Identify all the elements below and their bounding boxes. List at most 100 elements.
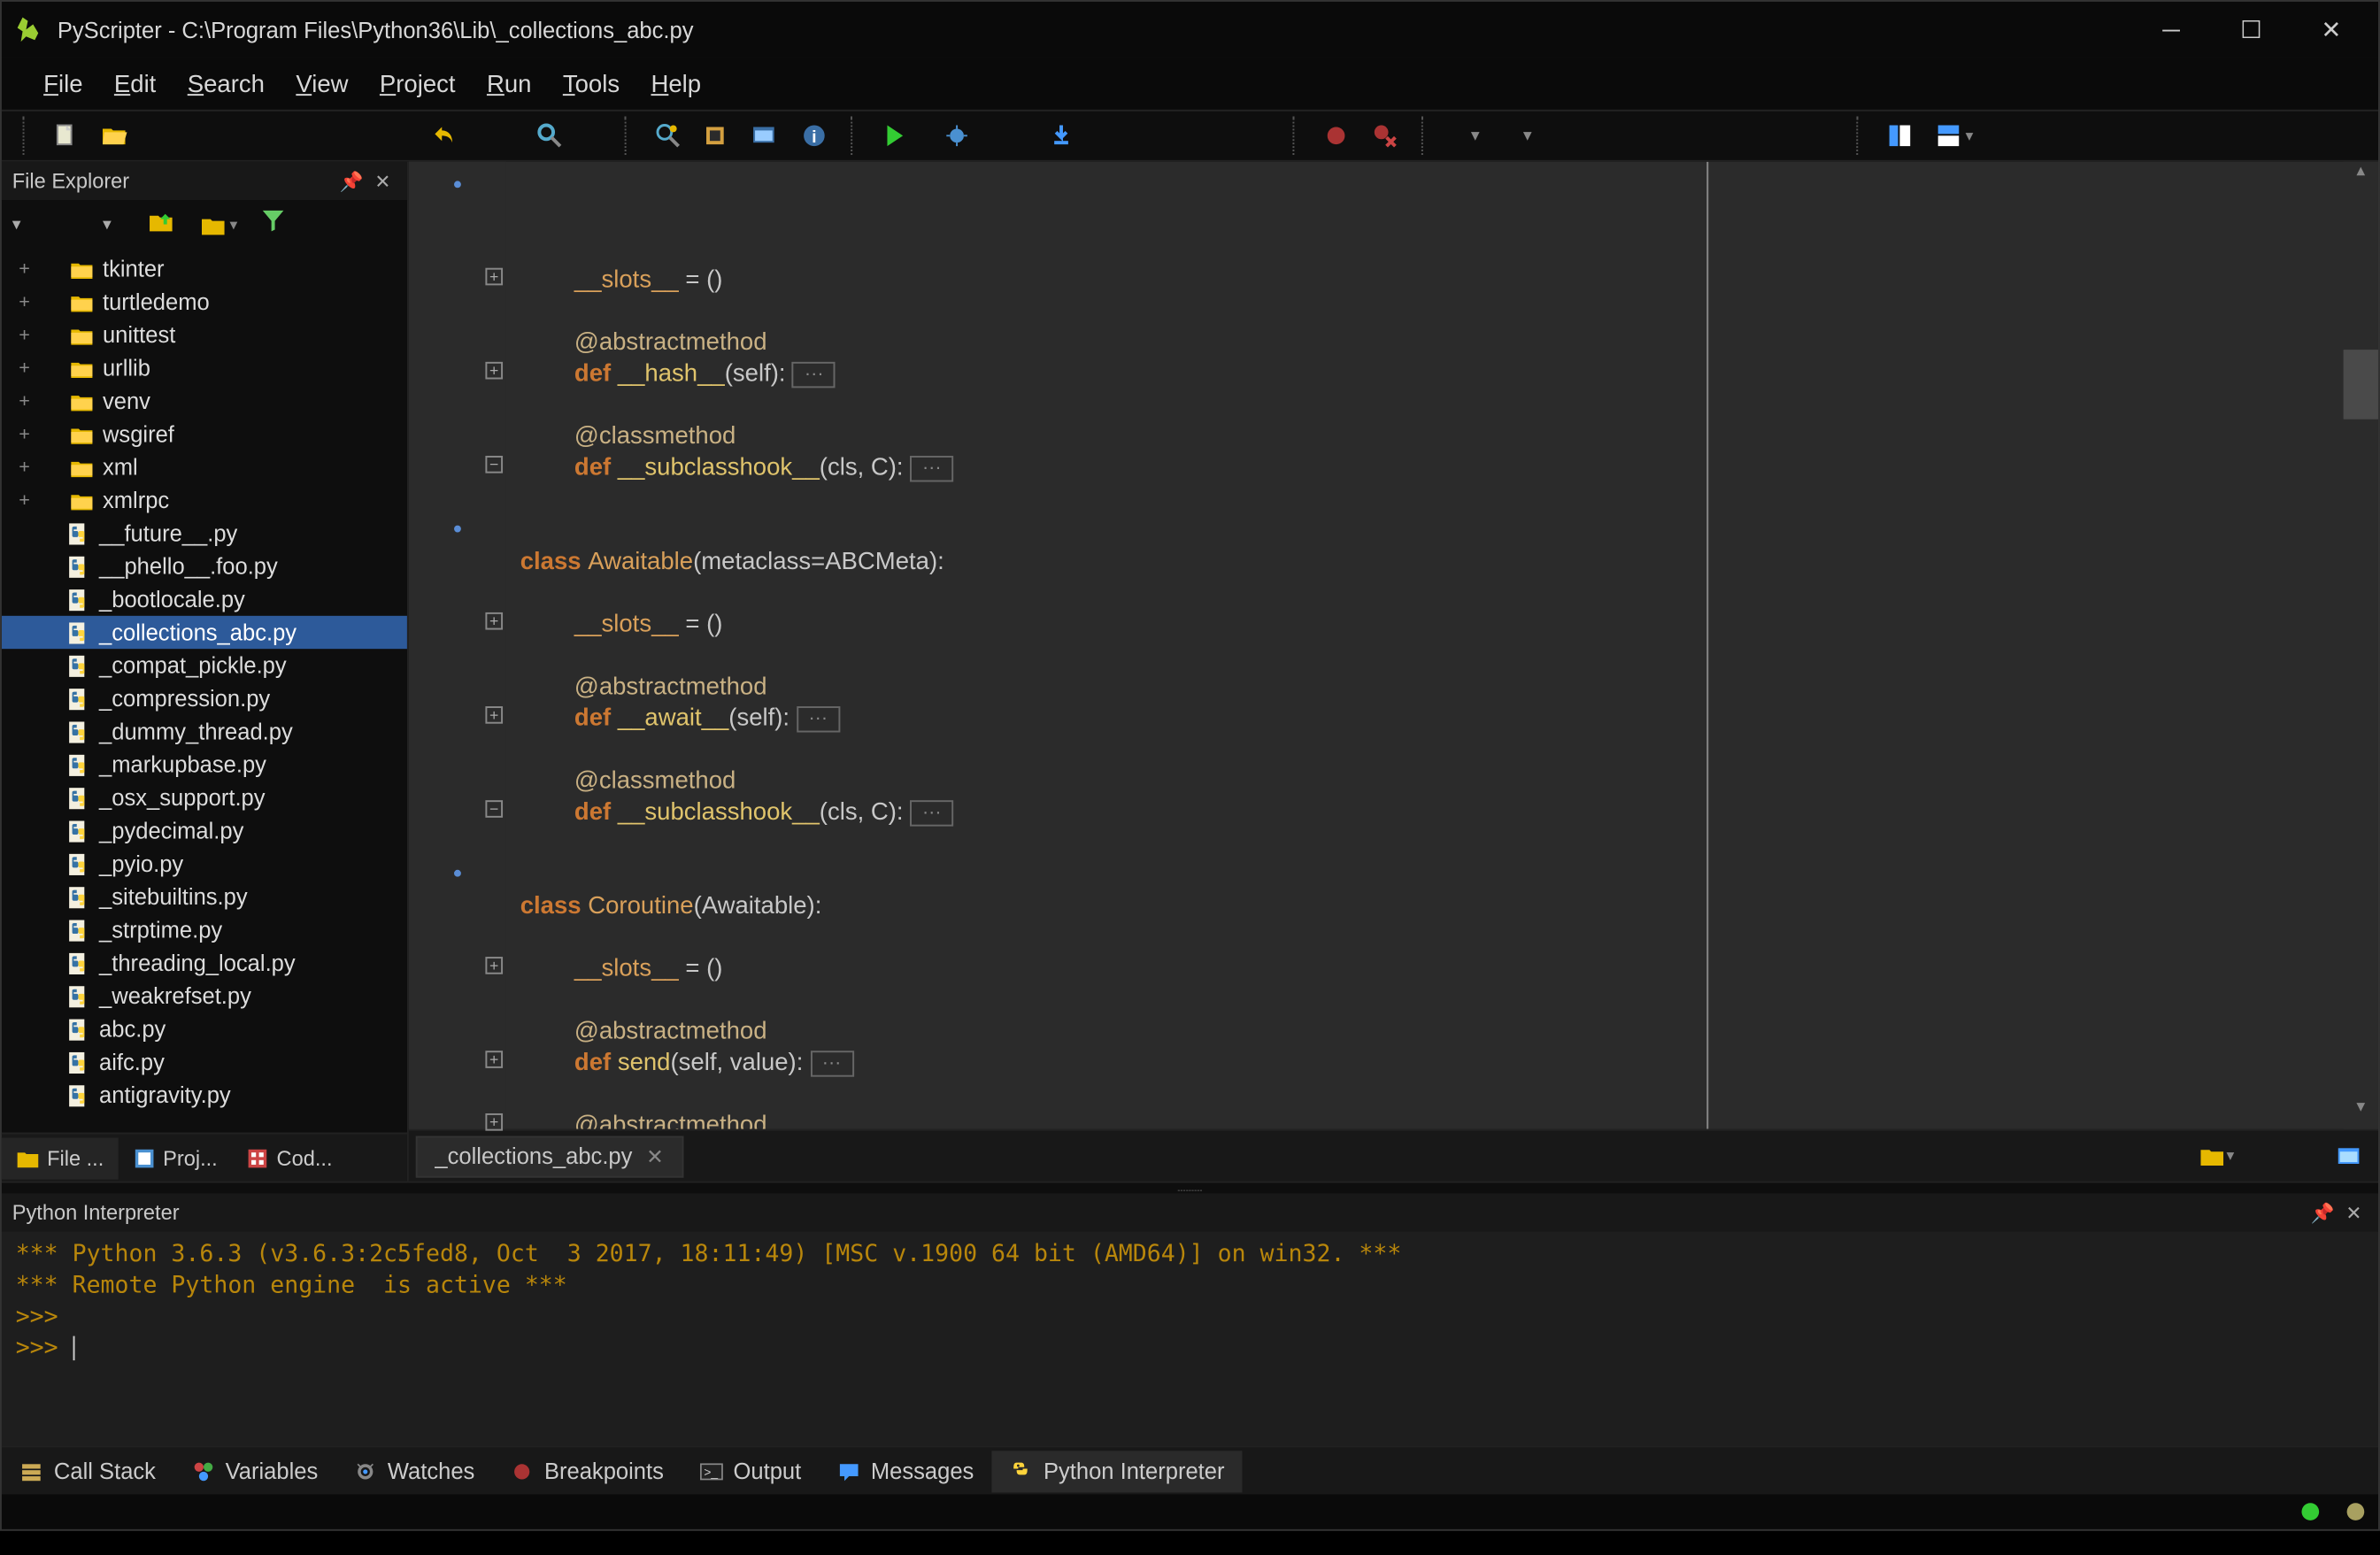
folder-item[interactable]: + turtledemo [2, 285, 407, 318]
folder-item[interactable]: + xml [2, 450, 407, 483]
layout-button1[interactable] [1877, 115, 1922, 157]
code-area[interactable]: __slots__ = () @abstractmethod def __has… [506, 162, 2344, 1129]
fold-icon[interactable]: − [485, 800, 503, 818]
file-tree[interactable]: + tkinter+ turtledemo+ unittest+ urllib+… [2, 249, 407, 1133]
fold-icon[interactable]: + [485, 268, 503, 286]
file-item[interactable]: __phello__.foo.py [2, 550, 407, 582]
bottom-tab-call-stack[interactable]: Call Stack [2, 1450, 173, 1491]
titlebar: PyScripter - C:\Program Files\Python36\L… [2, 2, 2378, 58]
breakpoint-button[interactable] [1313, 115, 1359, 157]
folder-item[interactable]: + xmlrpc [2, 483, 407, 516]
back-dropdown[interactable]: ▾ [12, 215, 37, 235]
status-dot-olive [2347, 1503, 2365, 1520]
fold-icon[interactable]: + [485, 362, 503, 380]
pin-icon[interactable]: 📌 [337, 167, 365, 195]
fold-icon[interactable]: + [485, 706, 503, 724]
file-item[interactable]: _markupbase.py [2, 748, 407, 781]
sidebar-tab[interactable]: File ... [2, 1137, 118, 1179]
folder-item[interactable]: + tkinter [2, 252, 407, 285]
bottom-tab-breakpoints[interactable]: Breakpoints [492, 1450, 682, 1491]
pin-icon[interactable]: 📌 [2308, 1198, 2336, 1226]
bottom-tab-messages[interactable]: Messages [819, 1450, 991, 1491]
code-editor[interactable]: + + − + + − + + + __slots__ = () @abstractmethod… [409, 162, 2378, 1129]
editor-gutter[interactable]: + + − + + − + + + [409, 162, 506, 1129]
folder-item[interactable]: + wsgiref [2, 418, 407, 450]
close-panel-icon[interactable]: ✕ [2340, 1198, 2368, 1226]
info-button[interactable]: i [791, 115, 836, 157]
file-item[interactable]: _dummy_thread.py [2, 715, 407, 748]
fold-icon[interactable]: + [485, 957, 503, 974]
step-into-button[interactable] [1038, 115, 1083, 157]
engine-dropdown[interactable]: ▾ [1442, 115, 1508, 157]
maximize-button[interactable]: ☐ [2211, 4, 2291, 56]
edit-startup-button[interactable] [743, 115, 788, 157]
status-dot-green [2301, 1503, 2319, 1520]
file-item[interactable]: _collections_abc.py [2, 616, 407, 649]
file-item[interactable]: _sitebuiltins.py [2, 881, 407, 913]
tab-folder-icon[interactable]: ▾ [2194, 1135, 2239, 1177]
menu-view[interactable]: View [282, 65, 363, 103]
file-item[interactable]: _strptime.py [2, 913, 407, 946]
close-tab-icon[interactable]: ✕ [646, 1143, 664, 1168]
file-explorer-header: File Explorer 📌 ✕ [2, 162, 407, 200]
clear-breakpoints-button[interactable] [1362, 115, 1407, 157]
menu-run[interactable]: Run [473, 65, 545, 103]
tab-window-icon[interactable] [2326, 1135, 2371, 1177]
menu-project[interactable]: Project [366, 65, 469, 103]
close-panel-icon[interactable]: ✕ [369, 167, 397, 195]
bottom-tab-variables[interactable]: Variables [173, 1450, 335, 1491]
browse-dropdown[interactable]: ▾ [200, 212, 237, 237]
bottom-tab-output[interactable]: >_Output [682, 1450, 819, 1491]
file-item[interactable]: _threading_local.py [2, 946, 407, 979]
file-item[interactable]: _pydecimal.py [2, 814, 407, 847]
sidebar-tab[interactable]: Cod... [231, 1137, 346, 1179]
sidebar-tab[interactable]: Proj... [118, 1137, 231, 1179]
folder-item[interactable]: + unittest [2, 319, 407, 351]
file-item[interactable]: _pyio.py [2, 847, 407, 880]
marker-dot [454, 526, 461, 533]
file-item[interactable]: _bootlocale.py [2, 582, 407, 615]
engine-dropdown2[interactable]: ▾ [1512, 115, 1543, 157]
filter-icon[interactable] [258, 206, 286, 242]
fold-icon[interactable]: − [485, 456, 503, 473]
open-file-button[interactable] [92, 115, 137, 157]
file-item[interactable]: aifc.py [2, 1045, 407, 1078]
run-button[interactable] [872, 115, 917, 157]
import-module-button[interactable] [694, 115, 739, 157]
syntax-check-button[interactable] [645, 115, 690, 157]
folder-up-icon[interactable] [148, 208, 175, 241]
menu-tools[interactable]: Tools [549, 65, 634, 103]
fold-icon[interactable]: + [485, 612, 503, 630]
layout-button2[interactable]: ▾ [1926, 115, 1982, 157]
interpreter-output[interactable]: *** Python 3.6.3 (v3.6.3:2c5fed8, Oct 3 … [2, 1232, 2378, 1446]
file-item[interactable]: _osx_support.py [2, 781, 407, 814]
folder-item[interactable]: + venv [2, 384, 407, 417]
close-button[interactable]: ✕ [2291, 4, 2371, 56]
new-file-button[interactable] [43, 115, 89, 157]
folder-item[interactable]: + urllib [2, 351, 407, 384]
svg-text:>_: >_ [703, 1465, 717, 1478]
file-item[interactable]: abc.py [2, 1012, 407, 1045]
splitter[interactable]: ┄┄┄ [2, 1183, 2378, 1194]
fold-icon[interactable]: + [485, 1113, 503, 1131]
menu-file[interactable]: File [29, 65, 96, 103]
search-button[interactable] [528, 115, 573, 157]
fwd-dropdown[interactable]: ▾ [103, 215, 127, 235]
editor-tab[interactable]: _collections_abc.py ✕ [416, 1135, 683, 1177]
ruler [1706, 162, 1708, 1129]
editor-scrollbar[interactable]: ▴ ▾ [2344, 162, 2378, 1129]
menu-help[interactable]: Help [637, 65, 715, 103]
fold-icon[interactable]: + [485, 1051, 503, 1068]
file-item[interactable]: _weakrefset.py [2, 980, 407, 1012]
menu-search[interactable]: Search [173, 65, 279, 103]
bottom-tab-python-interpreter[interactable]: Python Interpreter [991, 1450, 1242, 1491]
debug-button[interactable] [935, 115, 980, 157]
file-item[interactable]: _compression.py [2, 682, 407, 715]
file-item[interactable]: antigravity.py [2, 1079, 407, 1112]
bottom-tab-watches[interactable]: Watches [335, 1450, 492, 1491]
menu-edit[interactable]: Edit [100, 65, 170, 103]
file-item[interactable]: __future__.py [2, 517, 407, 550]
minimize-button[interactable]: ─ [2131, 4, 2211, 56]
file-item[interactable]: _compat_pickle.py [2, 649, 407, 681]
undo-button[interactable] [423, 115, 468, 157]
